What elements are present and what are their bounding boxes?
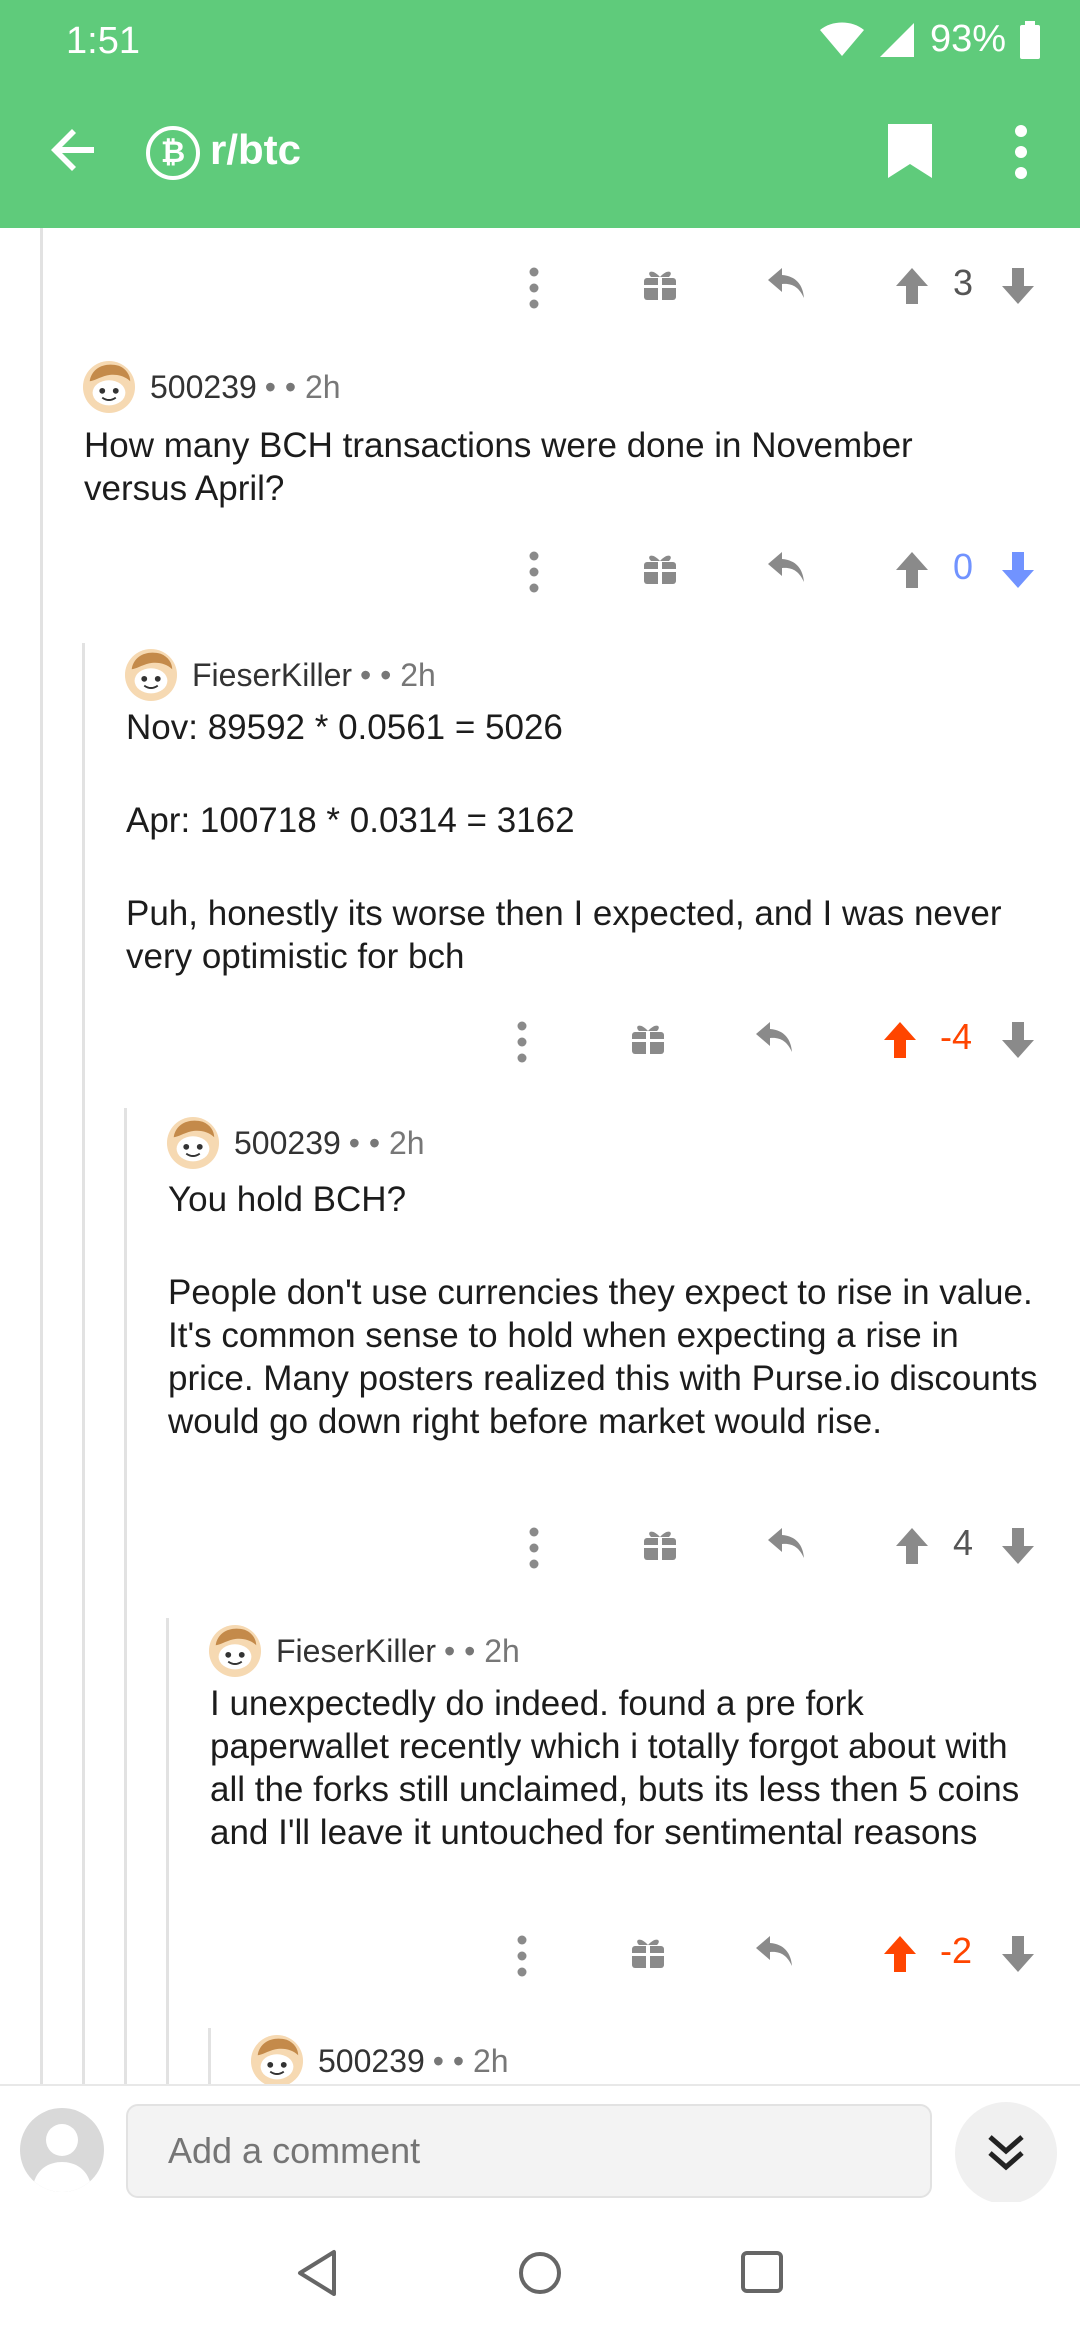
comment-text: Apr: 100718 * 0.0314 = 3162 bbox=[126, 801, 575, 840]
status-bar: 1:51 93% bbox=[0, 0, 1080, 80]
score: -2 bbox=[940, 1930, 973, 1971]
comment-body: Nov: 89592 * 0.0561 = 5026 Apr: 100718 *… bbox=[126, 706, 1046, 978]
upvote-icon[interactable] bbox=[894, 266, 930, 306]
comment-actions: 4 bbox=[0, 1512, 1080, 1582]
reply-icon[interactable] bbox=[766, 1526, 806, 1560]
comment-author[interactable]: 500239 • • 2h bbox=[82, 360, 341, 414]
comment-author[interactable]: FieserKiller • • 2h bbox=[208, 1624, 520, 1678]
comment-text: Nov: 89592 * 0.0561 = 5026 bbox=[126, 708, 563, 747]
person-icon bbox=[32, 2124, 92, 2192]
overflow-menu-icon[interactable] bbox=[1014, 124, 1028, 180]
reply-icon[interactable] bbox=[754, 1934, 794, 1968]
thread-rail bbox=[166, 1618, 169, 2084]
comment-body: I unexpectedly do indeed. found a pre fo… bbox=[210, 1682, 1040, 1854]
thread-rail bbox=[82, 643, 85, 2084]
upvote-icon[interactable] bbox=[894, 550, 930, 590]
comment-input[interactable] bbox=[126, 2104, 932, 2198]
avatar[interactable] bbox=[208, 1624, 262, 1678]
comment-meta: • • 2h bbox=[360, 656, 436, 693]
more-options-icon[interactable] bbox=[528, 266, 540, 310]
comment-thread[interactable]: 3 500239 • • 2h How many BCH transaction… bbox=[0, 228, 1080, 2084]
more-options-icon[interactable] bbox=[516, 1934, 528, 1978]
comment-meta: • • 2h bbox=[264, 368, 341, 405]
comment-text: You hold BCH? bbox=[168, 1180, 407, 1219]
score: 0 bbox=[953, 546, 974, 587]
app-bar: ₿ r/btc bbox=[0, 80, 1080, 228]
more-options-icon[interactable] bbox=[528, 1526, 540, 1570]
system-nav-bar bbox=[0, 2202, 1080, 2340]
thread-rail bbox=[208, 2028, 211, 2084]
downvote-icon[interactable] bbox=[1000, 266, 1036, 306]
comment-author[interactable]: 500239 • • 2h bbox=[250, 2034, 509, 2084]
expand-button[interactable] bbox=[955, 2102, 1057, 2204]
nav-home-icon[interactable] bbox=[515, 2248, 565, 2298]
top-bar: 1:51 93% ₿ r/btc bbox=[0, 0, 1080, 228]
nav-back-icon[interactable] bbox=[294, 2248, 344, 2298]
reply-icon[interactable] bbox=[766, 266, 806, 300]
comment-text: How many BCH transactions were done in N… bbox=[84, 426, 913, 508]
username[interactable]: 500239 bbox=[150, 369, 257, 406]
comment-author[interactable]: FieserKiller • • 2h bbox=[124, 648, 436, 702]
username[interactable]: 500239 bbox=[318, 2043, 425, 2080]
more-options-icon[interactable] bbox=[516, 1020, 528, 1064]
more-options-icon[interactable] bbox=[528, 550, 540, 594]
gift-icon[interactable] bbox=[630, 1020, 666, 1056]
comment-body: How many BCH transactions were done in N… bbox=[84, 424, 1024, 510]
upvote-icon[interactable] bbox=[894, 1526, 930, 1566]
upvote-icon[interactable] bbox=[882, 1020, 918, 1060]
reply-icon[interactable] bbox=[754, 1020, 794, 1054]
double-chevron-down-icon bbox=[988, 2135, 1024, 2171]
back-arrow-icon[interactable] bbox=[44, 120, 104, 180]
gift-icon[interactable] bbox=[630, 1934, 666, 1970]
comment-meta: • • 2h bbox=[348, 1124, 425, 1161]
comment-actions: 0 bbox=[0, 536, 1080, 606]
comment-author[interactable]: 500239 • • 2h bbox=[166, 1116, 425, 1170]
username[interactable]: 500239 bbox=[234, 1125, 341, 1162]
score: -4 bbox=[940, 1016, 973, 1057]
gift-icon[interactable] bbox=[642, 266, 678, 302]
comment-body: You hold BCH? People don't use currencie… bbox=[168, 1178, 1048, 1443]
battery-icon bbox=[1020, 20, 1040, 59]
comment-meta: • • 2h bbox=[432, 2042, 509, 2079]
thread-rail bbox=[40, 228, 43, 2084]
signal-icon bbox=[879, 22, 914, 57]
downvote-icon[interactable] bbox=[1000, 1526, 1036, 1566]
downvote-icon[interactable] bbox=[1000, 550, 1036, 590]
subreddit-title[interactable]: r/btc bbox=[210, 126, 301, 174]
comment-composer bbox=[0, 2084, 1080, 2204]
gift-icon[interactable] bbox=[642, 550, 678, 586]
battery-percent: 93% bbox=[929, 18, 1006, 60]
downvote-icon[interactable] bbox=[1000, 1020, 1036, 1060]
reply-icon[interactable] bbox=[766, 550, 806, 584]
comment-text: Puh, honestly its worse then I expected,… bbox=[126, 894, 1002, 976]
avatar[interactable] bbox=[250, 2034, 304, 2084]
comment-meta: • • 2h bbox=[444, 1632, 520, 1669]
comment-actions: -4 bbox=[0, 1006, 1080, 1076]
comment-text: People don't use currencies they expect … bbox=[168, 1273, 1038, 1441]
wifi-icon bbox=[819, 22, 864, 56]
nav-recents-icon[interactable] bbox=[738, 2248, 788, 2298]
username[interactable]: FieserKiller bbox=[192, 657, 352, 694]
upvote-icon[interactable] bbox=[882, 1934, 918, 1974]
score: 4 bbox=[953, 1522, 974, 1563]
status-time: 1:51 bbox=[66, 20, 140, 62]
comment-actions: -2 bbox=[0, 1920, 1080, 1990]
user-avatar[interactable] bbox=[20, 2108, 104, 2192]
username[interactable]: FieserKiller bbox=[276, 1633, 436, 1670]
status-icons: 93% bbox=[819, 18, 1040, 61]
comment-actions: 3 bbox=[0, 252, 1080, 322]
comment-text: I unexpectedly do indeed. found a pre fo… bbox=[210, 1684, 1020, 1852]
bitcoin-icon: ₿ bbox=[146, 126, 200, 180]
bookmark-icon[interactable] bbox=[888, 124, 932, 178]
avatar[interactable] bbox=[124, 648, 178, 702]
downvote-icon[interactable] bbox=[1000, 1934, 1036, 1974]
avatar[interactable] bbox=[82, 360, 136, 414]
avatar[interactable] bbox=[166, 1116, 220, 1170]
score: 3 bbox=[953, 262, 974, 303]
gift-icon[interactable] bbox=[642, 1526, 678, 1562]
